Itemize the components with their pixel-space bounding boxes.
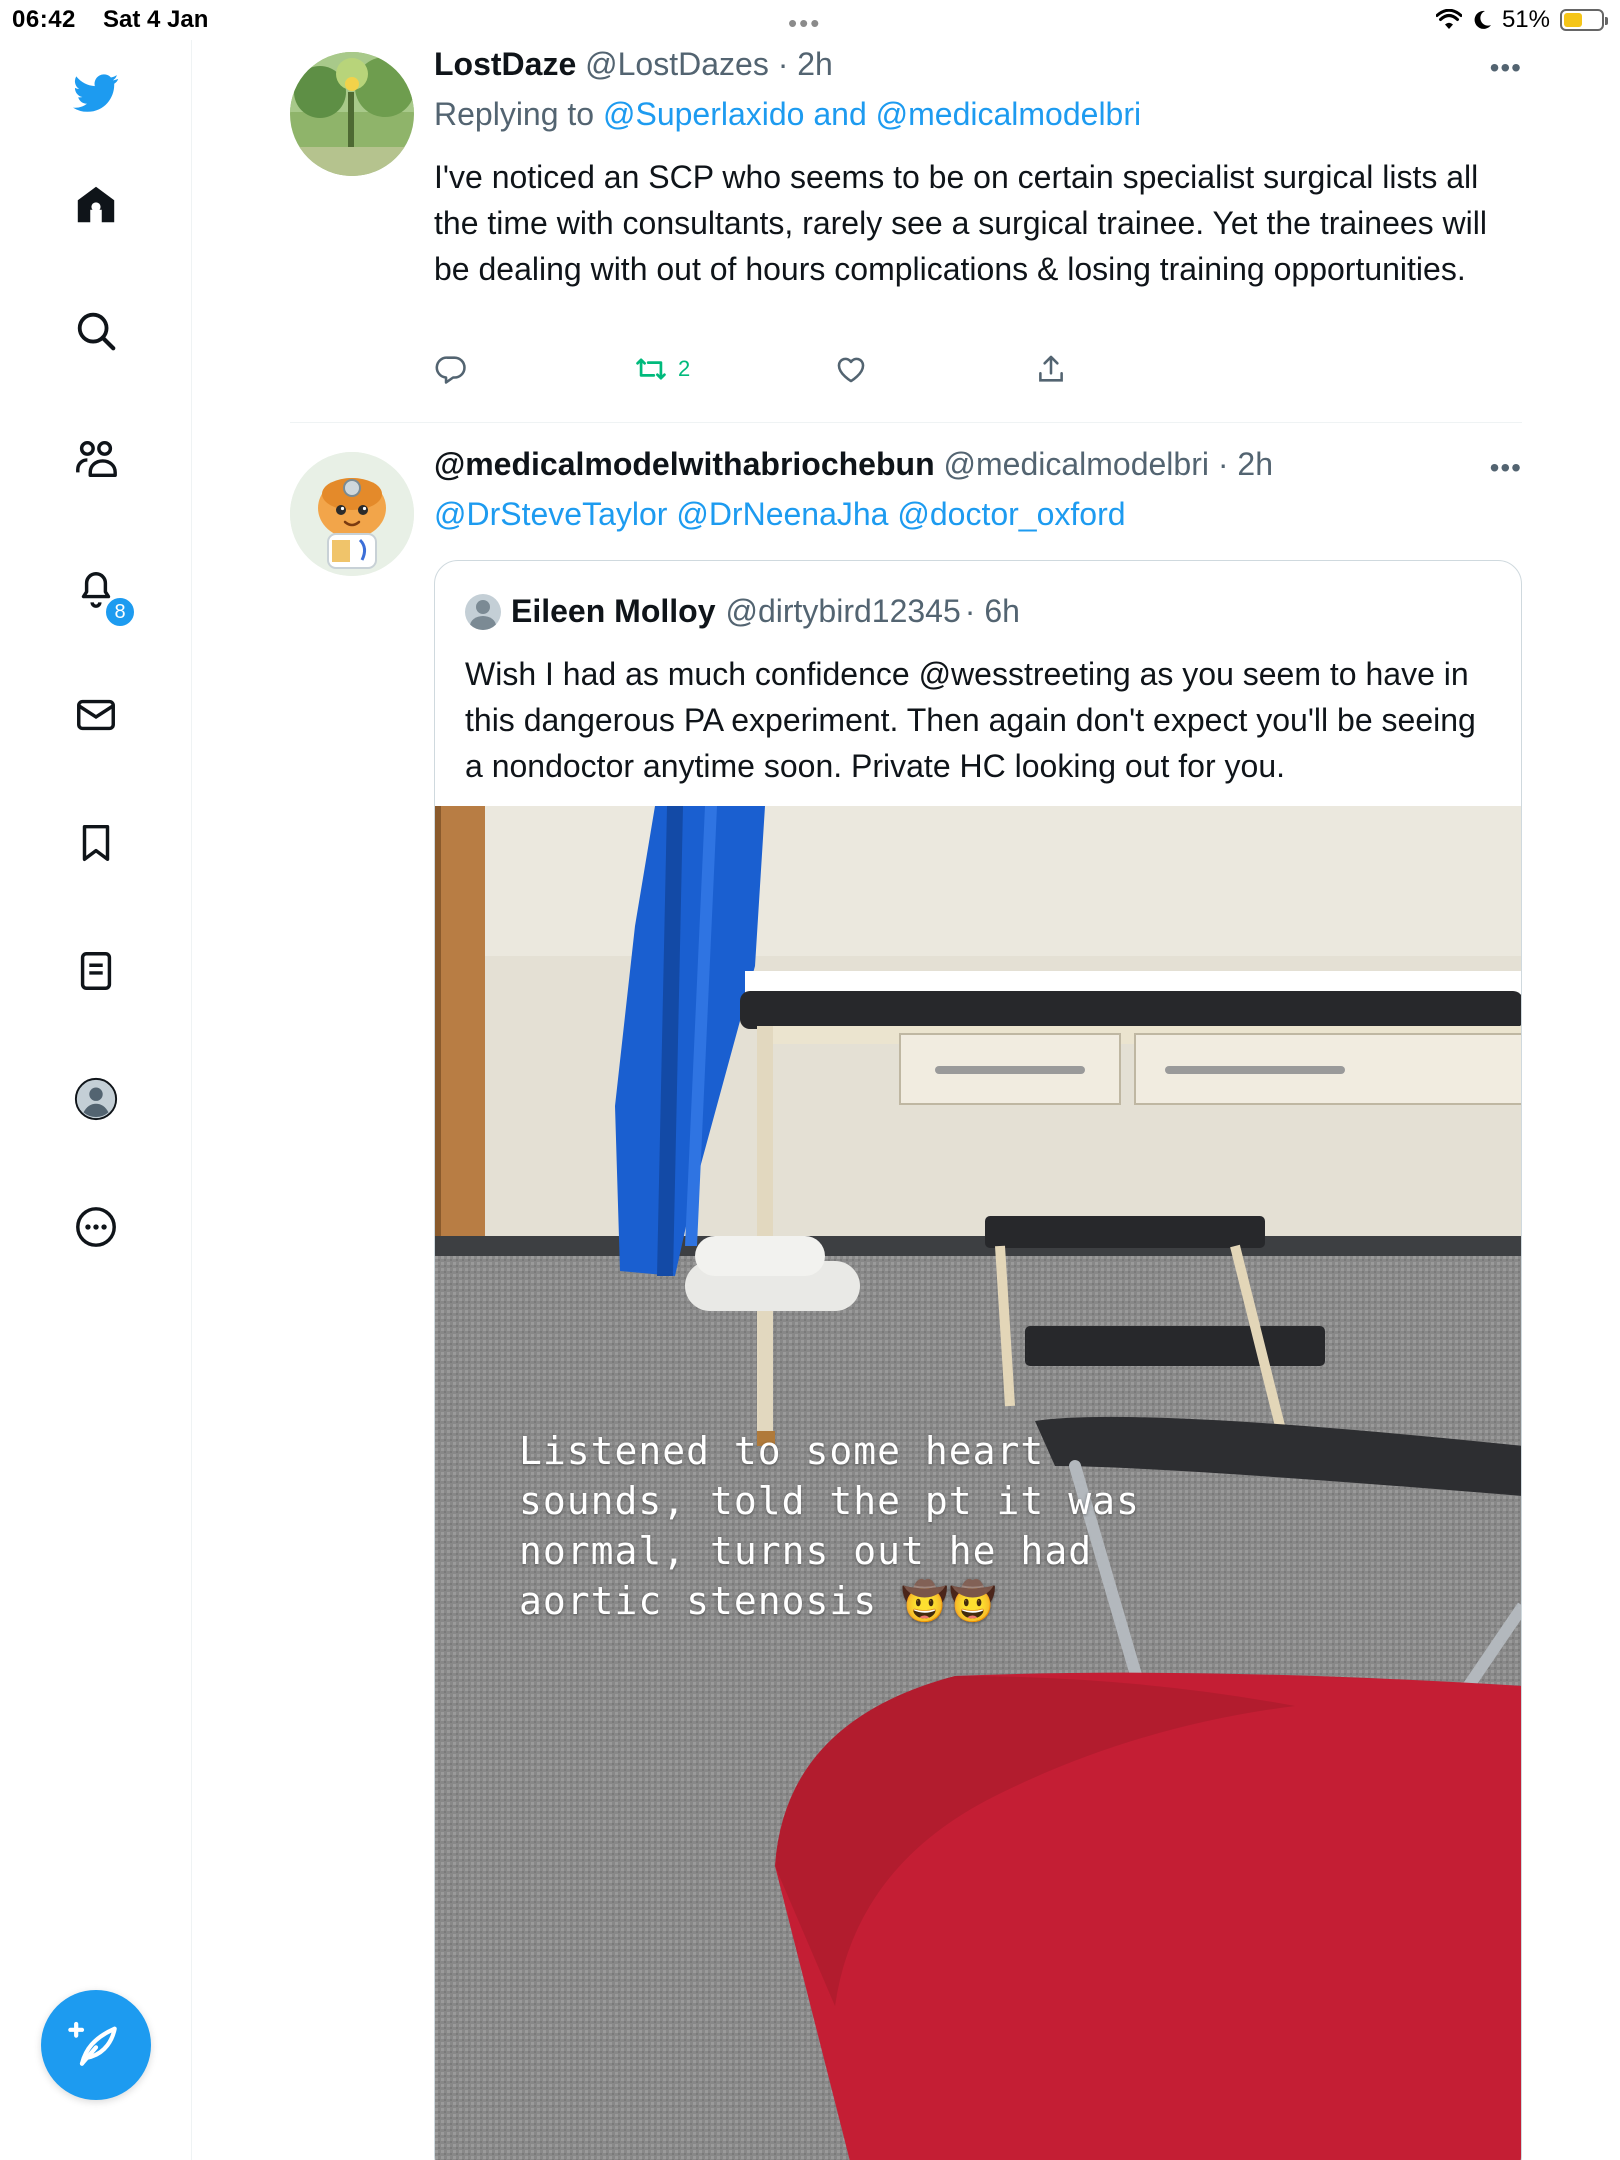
author-handle[interactable]: @LostDazes: [585, 46, 769, 82]
quote-header: Eileen Molloy @dirtybird12345 · 6h: [465, 593, 1020, 630]
quote-time: · 6h: [964, 593, 1020, 629]
retweet-button[interactable]: 2: [634, 352, 834, 386]
quote-avatar[interactable]: [465, 593, 501, 630]
reply-icon: [435, 356, 466, 384]
notification-badge: 8: [104, 596, 136, 628]
wifi-icon: [1435, 9, 1462, 29]
mail-icon[interactable]: [65, 684, 127, 746]
list-icon[interactable]: [65, 940, 127, 1002]
replying-to: Replying to @Superlaxido and @medicalmod…: [434, 96, 1141, 133]
quoted-tweet[interactable]: Eileen Molloy @dirtybird12345 · 6h Wish …: [434, 560, 1522, 2160]
image-caption-overlay: Listened to some heart sounds, told the …: [519, 1429, 1140, 1623]
home-icon[interactable]: [65, 174, 127, 236]
status-date: Sat 4 Jan: [103, 6, 209, 33]
tweet-header: LostDaze @LostDazes · 2h: [434, 46, 833, 83]
sidebar-nav: 8: [0, 40, 192, 2160]
author-name[interactable]: LostDaze: [434, 46, 576, 82]
quote-author-handle: @dirtybird12345: [725, 593, 961, 629]
tweet-header: @medicalmodelwithabriochebun @medicalmod…: [434, 446, 1273, 483]
avatar[interactable]: [290, 452, 414, 576]
search-icon[interactable]: [65, 300, 127, 362]
retweet-count: 2: [678, 356, 691, 381]
people-icon[interactable]: [65, 428, 127, 490]
battery-level: [1564, 13, 1583, 27]
replying-users-link[interactable]: @Superlaxido and @medicalmodelbri: [603, 96, 1141, 132]
compose-feather-icon: [68, 2021, 117, 2066]
heart-icon: [837, 357, 865, 383]
status-time: 06:42: [12, 6, 76, 33]
tweet-time[interactable]: · 2h: [1218, 446, 1273, 482]
more-options-icon[interactable]: •••: [1490, 52, 1522, 84]
more-circle-icon[interactable]: [65, 1196, 127, 1258]
status-right: 51%: [1435, 6, 1608, 34]
moon-icon: [1474, 10, 1491, 29]
compose-button[interactable]: [41, 1990, 151, 2100]
bookmark-icon[interactable]: [65, 812, 127, 874]
tweet-time[interactable]: · 2h: [778, 46, 833, 82]
tweet-actions: 2: [434, 352, 1234, 386]
share-button[interactable]: [1034, 352, 1234, 386]
more-options-icon[interactable]: •••: [1490, 452, 1522, 484]
quote-author-name: Eileen Molloy: [511, 593, 716, 629]
battery-icon: [1560, 9, 1608, 31]
reply-button[interactable]: [434, 352, 634, 386]
like-button[interactable]: [834, 352, 1034, 386]
avatar[interactable]: [290, 52, 414, 176]
tweet-divider: [290, 422, 1522, 423]
replying-prefix: Replying to: [434, 96, 603, 132]
share-icon: [1039, 355, 1063, 382]
retweet-icon: [636, 358, 666, 380]
mention-links[interactable]: @DrSteveTaylor @DrNeenaJha @doctor_oxfor…: [434, 496, 1126, 533]
author-handle[interactable]: @medicalmodelbri: [944, 446, 1209, 482]
tweet-text: I've noticed an SCP who seems to be on c…: [434, 159, 1487, 287]
quote-media-image[interactable]: Listened to some heart sounds, told the …: [435, 806, 1521, 2160]
avatar-icon[interactable]: [65, 1068, 127, 1130]
tweet-lostdaze[interactable]: LostDaze @LostDazes · 2h ••• Replying to…: [290, 40, 1522, 422]
quote-text: Wish I had as much confidence @wesstreet…: [465, 656, 1476, 784]
author-name[interactable]: @medicalmodelwithabriochebun: [434, 446, 935, 482]
battery-percent: 51%: [1501, 6, 1550, 33]
status-bar: 06:42 Sat 4 Jan ••• 51%: [0, 0, 1620, 40]
multitasking-dots[interactable]: •••: [788, 8, 821, 39]
bird-icon[interactable]: [65, 62, 127, 124]
